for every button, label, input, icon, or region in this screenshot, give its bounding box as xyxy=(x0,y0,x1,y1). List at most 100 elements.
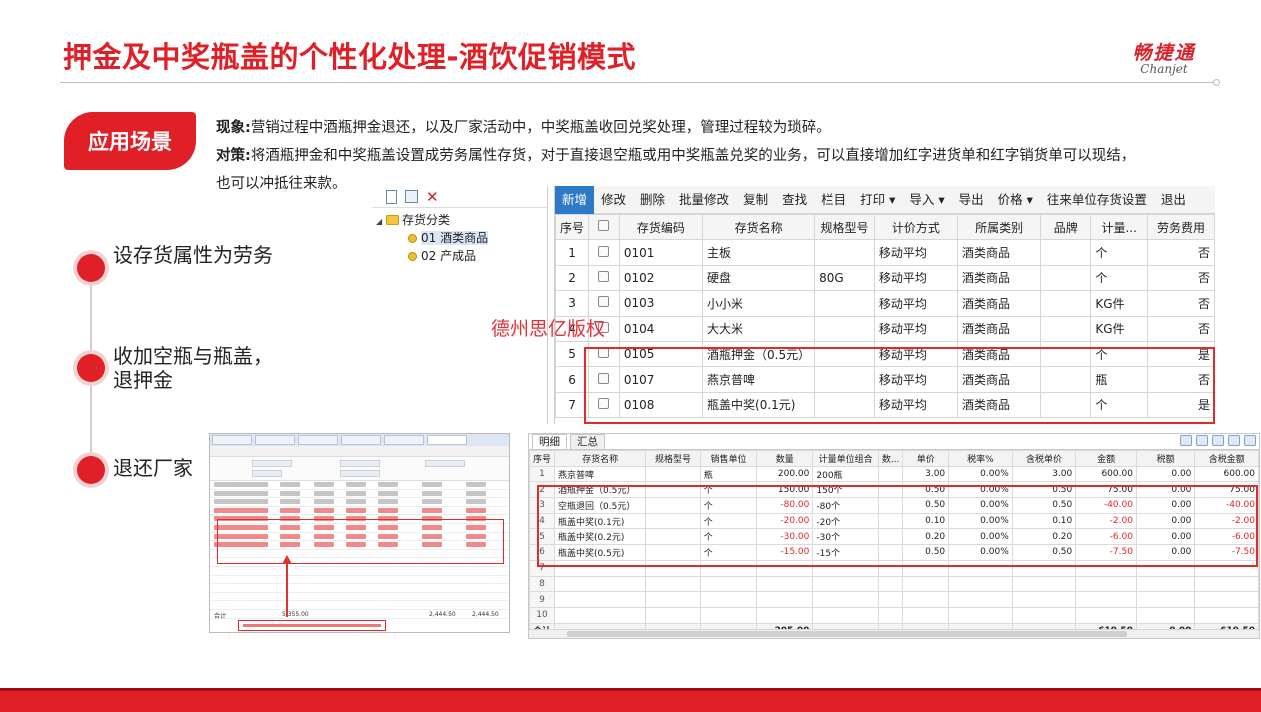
toolbar-delete-button[interactable]: 删除 xyxy=(633,186,672,214)
col-item-name-cell[interactable] xyxy=(554,591,647,608)
row-checkbox[interactable] xyxy=(598,397,610,409)
col-price-incl-tax-cell[interactable]: 0.50 xyxy=(1011,544,1077,561)
col-price-incl-tax-cell[interactable]: 0.10 xyxy=(1011,512,1077,530)
col-price-cell[interactable]: 0.50 xyxy=(902,497,950,514)
table-row[interactable]: 5 0105 酒瓶押金（0.5元） 移动平均 酒类商品 个是 xyxy=(555,340,1215,368)
col-price-incl-tax-cell[interactable] xyxy=(1011,591,1077,608)
row-checkbox[interactable] xyxy=(598,372,610,384)
col-tax-cell[interactable] xyxy=(1135,591,1196,608)
toolbar-edit-button[interactable]: 修改 xyxy=(594,186,633,214)
col-amount-incl-tax-cell[interactable]: -40.00 xyxy=(1194,497,1259,514)
col-header-code[interactable]: 存货编码 xyxy=(618,213,704,241)
col-sales-unit-cell[interactable] xyxy=(699,591,758,608)
toolbar-partner-settings-button[interactable]: 往来单位存货设置 xyxy=(1040,186,1154,214)
detail-row[interactable]: 2 酒瓶押金（0.5元）个 150.00 150个 0.50 0.00% 0.50 75.00… xyxy=(529,481,1259,499)
grid-settings-icon[interactable] xyxy=(1180,435,1192,446)
col-tax-cell[interactable] xyxy=(1135,559,1196,577)
col-sales-unit-cell[interactable]: 个 xyxy=(699,497,758,514)
col-sales-unit-cell[interactable]: 瓶 xyxy=(699,465,758,483)
col-tax-cell[interactable]: 0.00 xyxy=(1135,528,1196,546)
col-unit-combo-cell[interactable] xyxy=(812,575,879,593)
col-count-cell[interactable] xyxy=(877,512,904,530)
col-qty-cell[interactable] xyxy=(756,591,814,608)
col-tax-cell[interactable] xyxy=(1135,575,1196,593)
col-amount-incl-tax-cell[interactable] xyxy=(1194,606,1259,624)
col-header-spec[interactable]: 规格型号 xyxy=(814,213,875,241)
col-tax-rate-cell[interactable] xyxy=(948,575,1013,593)
col-count-cell[interactable] xyxy=(877,465,904,483)
select-all-checkbox[interactable] xyxy=(598,220,610,232)
col-price-cell[interactable]: 0.10 xyxy=(902,512,950,530)
col-qty-cell[interactable]: -80.00 xyxy=(756,497,814,514)
insert-row-icon[interactable] xyxy=(1212,435,1224,446)
col-amount-incl-tax-cell[interactable] xyxy=(1194,575,1259,593)
col-amount-cell[interactable] xyxy=(1075,559,1137,577)
col-spec-cell[interactable] xyxy=(645,591,701,608)
col-price-cell[interactable] xyxy=(902,606,950,624)
detail-empty-row[interactable]: 7 xyxy=(529,559,1259,577)
delete-icon[interactable]: ✕ xyxy=(426,189,439,204)
col-tax-rate-header[interactable]: 税率% xyxy=(948,450,1013,467)
col-count-cell[interactable] xyxy=(877,497,904,514)
detail-empty-row[interactable]: 8 xyxy=(529,575,1259,593)
tree-root[interactable]: ◢ 存货分类 xyxy=(372,211,547,229)
col-qty-header[interactable]: 数量 xyxy=(756,450,814,467)
toolbar-export-button[interactable]: 导出 xyxy=(952,186,991,214)
col-count-cell[interactable] xyxy=(877,559,904,577)
col-price-incl-tax-cell[interactable] xyxy=(1011,606,1077,624)
col-amount-incl-tax-header[interactable]: 含税金额 xyxy=(1194,450,1259,467)
col-price-cell[interactable]: 0.50 xyxy=(902,481,950,499)
col-qty-cell[interactable]: -20.00 xyxy=(756,512,814,530)
detail-empty-row[interactable]: 9 xyxy=(529,591,1259,608)
col-tax-rate-cell[interactable]: 0.00% xyxy=(948,544,1013,561)
col-tax-rate-cell[interactable]: 0.00% xyxy=(948,481,1013,499)
col-sales-unit-cell[interactable]: 个 xyxy=(699,481,758,499)
tree-expand-icon[interactable]: ◢ xyxy=(376,217,382,226)
col-unit-combo-cell[interactable]: 200瓶 xyxy=(812,465,879,483)
col-count-cell[interactable] xyxy=(877,544,904,561)
col-amount-incl-tax-cell[interactable] xyxy=(1194,559,1259,577)
col-price-incl-tax-cell[interactable]: 0.50 xyxy=(1011,497,1077,514)
col-amount-cell[interactable]: -40.00 xyxy=(1075,497,1137,514)
col-tax-rate-cell[interactable] xyxy=(948,559,1013,577)
col-unit-combo-cell[interactable]: -30个 xyxy=(812,528,879,546)
col-unit-combo-cell[interactable] xyxy=(812,606,879,624)
col-amount-incl-tax-cell[interactable]: 600.00 xyxy=(1194,465,1259,483)
col-item-name-cell[interactable]: 瓶盖中奖(0.5元) xyxy=(554,544,647,561)
col-price-incl-tax-cell[interactable]: 0.20 xyxy=(1011,528,1077,546)
row-checkbox[interactable] xyxy=(598,296,610,308)
toolbar-print-button[interactable]: 打印 ▾ xyxy=(853,186,902,214)
col-amount-header[interactable]: 金额 xyxy=(1075,450,1137,467)
col-sales-unit-cell[interactable]: 个 xyxy=(699,544,758,561)
col-sales-unit-cell[interactable]: 个 xyxy=(699,528,758,546)
cell-checkbox[interactable] xyxy=(588,340,620,368)
search-icon[interactable] xyxy=(1244,435,1256,446)
row-checkbox[interactable] xyxy=(598,245,610,257)
col-price-incl-tax-cell[interactable]: 0.50 xyxy=(1011,481,1077,499)
col-tax-cell[interactable]: 0.00 xyxy=(1135,544,1196,561)
col-spec-cell[interactable] xyxy=(645,497,701,514)
col-sales-unit-cell[interactable]: 个 xyxy=(699,512,758,530)
delete-row-icon[interactable] xyxy=(1228,435,1240,446)
toolbar-copy-button[interactable]: 复制 xyxy=(736,186,775,214)
col-spec-cell[interactable] xyxy=(645,528,701,546)
row-checkbox[interactable] xyxy=(598,270,610,282)
col-tax-rate-cell[interactable] xyxy=(948,591,1013,608)
new-doc-icon[interactable] xyxy=(386,189,397,204)
col-qty-cell[interactable] xyxy=(756,575,814,593)
col-spec-cell[interactable] xyxy=(645,606,701,624)
col-price-cell[interactable]: 0.50 xyxy=(902,544,950,561)
col-price-incl-tax-header[interactable]: 含税单价 xyxy=(1011,450,1077,467)
col-item-name-cell[interactable]: 瓶盖中奖(0.2元) xyxy=(554,528,647,546)
scrollbar-thumb[interactable] xyxy=(567,631,1127,637)
col-amount-cell[interactable]: -2.00 xyxy=(1075,512,1137,530)
tab-detail[interactable]: 明细 xyxy=(532,434,567,449)
toolbar-import-button[interactable]: 导入 ▾ xyxy=(902,186,951,214)
table-row[interactable]: 7 0108 瓶盖中奖(0.1元) 移动平均 酒类商品 个是 xyxy=(555,391,1215,419)
col-tax-cell[interactable]: 0.00 xyxy=(1135,497,1196,514)
col-tax-rate-cell[interactable]: 0.00% xyxy=(948,528,1013,546)
col-spec-cell[interactable] xyxy=(645,575,701,593)
cell-checkbox[interactable] xyxy=(588,239,620,266)
cell-checkbox[interactable] xyxy=(588,264,620,292)
col-qty-cell[interactable]: 150.00 xyxy=(756,481,814,499)
